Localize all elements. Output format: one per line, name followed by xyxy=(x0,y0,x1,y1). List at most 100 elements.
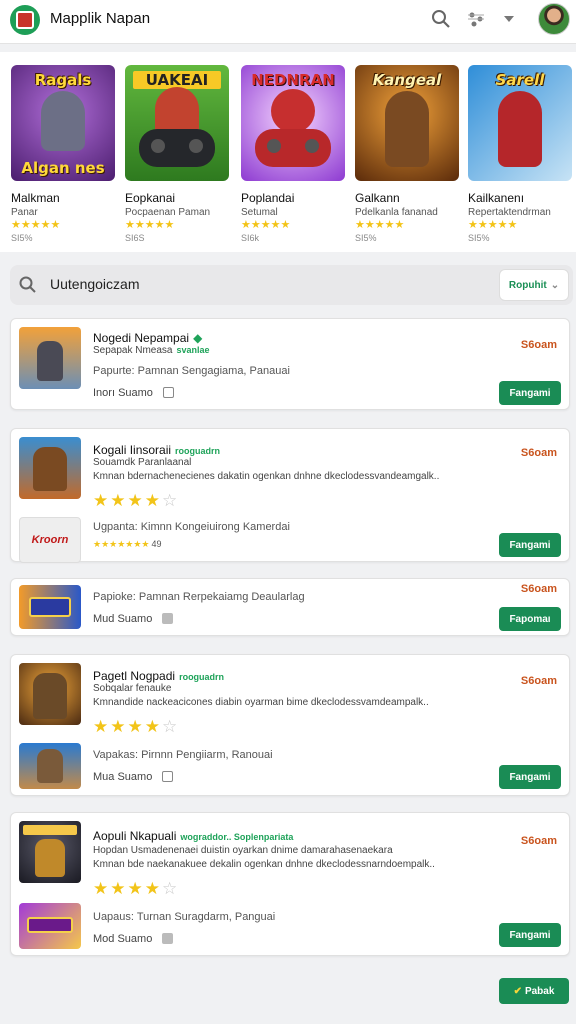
game-price: S6oam xyxy=(520,675,557,687)
game-price: S6oam xyxy=(520,583,557,595)
game-publisher: Pdelkanla fananad xyxy=(355,207,438,218)
game-name: Poplandai xyxy=(241,191,295,205)
floating-action-button[interactable]: ✔ Pabak xyxy=(499,978,569,1004)
featured-card[interactable]: Kangeal Galkann Pdelkanla fananad ★★★★★ … xyxy=(355,65,459,243)
game-price: S6oam xyxy=(520,447,557,459)
game-name: Malkman xyxy=(11,191,60,205)
thumbnail-title: Sarell xyxy=(495,71,545,89)
get-button[interactable]: Fangami xyxy=(499,533,561,557)
list-item[interactable]: Kogali Iinsoraii rooguadrn Souamdk Paranl… xyxy=(10,428,570,563)
thumbnail-title: Ragals xyxy=(34,71,92,89)
game-thumbnail xyxy=(19,585,81,629)
rating-stars: ★★★★☆ xyxy=(93,879,180,898)
game-price: SI5% xyxy=(468,233,490,243)
rating-stars: ★★★★★ xyxy=(468,219,518,231)
box-icon xyxy=(162,613,174,624)
list-item[interactable]: Aopuli Nkapuali wograddor.. Soplenpariata… xyxy=(10,812,570,956)
rating-stars: ★★★★★ xyxy=(125,219,175,231)
get-button[interactable]: Fangami xyxy=(499,765,561,789)
game-thumbnail: NEDNRAN xyxy=(241,65,345,181)
game-name: Kailkanenı xyxy=(468,191,525,205)
app-bar: Mapplik Napan xyxy=(0,0,576,44)
character-figure xyxy=(41,91,85,151)
featured-card[interactable]: Ragals Algan nes Malkman Panar ★★★★★ SI5… xyxy=(11,65,115,243)
gamepad-icon xyxy=(139,129,215,167)
search-input[interactable]: Uutengoiczam xyxy=(50,276,140,292)
device-icon xyxy=(162,771,174,782)
sort-label: Ropuhit xyxy=(508,279,547,291)
search-bar[interactable]: Uutengoiczam Ropuhit ⌄ xyxy=(10,265,573,305)
game-price: SI6k xyxy=(241,233,260,243)
avatar[interactable] xyxy=(538,3,570,35)
rating-stars: ★★★★☆ xyxy=(93,717,180,736)
game-screenshot xyxy=(19,743,81,789)
game-publisher: Pocpaenan Paman xyxy=(125,207,211,218)
featured-card[interactable]: UAKEAI Eopkanai Pocpaenan Paman ★★★★★ SI… xyxy=(125,65,229,243)
thumbnail-title: Kangeal xyxy=(372,71,442,89)
game-subtitle: Souamdk Paranlaanal xyxy=(93,457,192,468)
game-screenshot xyxy=(19,903,81,949)
game-description: Kmnan bdernachenecienes dakatin ogenkan … xyxy=(93,471,440,482)
rating-stars: ★★★★★ xyxy=(11,219,61,231)
game-price: S6oam xyxy=(520,835,557,847)
game-thumbnail: Sarell xyxy=(468,65,572,181)
featured-card[interactable]: NEDNRAN Poplandai Setumal ★★★★★ SI6k xyxy=(241,65,345,243)
rating-stars: ★★★★★ xyxy=(241,219,291,231)
game-size: Mua Suamo xyxy=(93,771,174,783)
thumbnail-subtitle: Algan nes xyxy=(21,159,105,177)
character-figure xyxy=(385,91,429,167)
publisher-logo: Kroorn xyxy=(19,517,81,563)
game-title: Kogali Iinsoraii rooguadrn xyxy=(93,443,221,457)
game-subtitle: Sepapak Nmeasa svanlae xyxy=(93,345,210,356)
game-size: Mod Suamo xyxy=(93,933,174,945)
get-button[interactable]: Fangami xyxy=(499,381,561,405)
rating-stars: ★★★★★ xyxy=(355,219,405,231)
filter-icon[interactable] xyxy=(465,8,487,30)
game-name: Eopkanai xyxy=(125,191,176,205)
game-title: Nogedi Nepampai ◆ xyxy=(93,331,203,345)
chevron-down-icon[interactable] xyxy=(498,8,520,30)
game-thumbnail xyxy=(19,663,81,725)
game-size: Mud Suamo xyxy=(93,613,174,625)
game-price: S6oam xyxy=(520,339,557,351)
chevron-down-icon: ⌄ xyxy=(550,279,560,291)
game-name: Galkann xyxy=(355,191,400,205)
game-price: SI5% xyxy=(11,233,33,243)
game-thumbnail xyxy=(19,821,81,883)
game-thumbnail xyxy=(19,327,81,389)
get-button[interactable]: Fapomaı xyxy=(499,607,561,631)
game-publisher: Setumal xyxy=(241,207,278,218)
search-icon[interactable] xyxy=(430,8,452,30)
game-thumbnail: Kangeal xyxy=(355,65,459,181)
game-meta: Papioke: Pamnan Rerpekaiamg Deaularlag xyxy=(93,591,305,603)
game-price: SI6S xyxy=(125,233,145,243)
list-item[interactable]: Pagetl Nogpadi rooguadrn Sobqalar fenauke… xyxy=(10,654,570,796)
character-figure xyxy=(498,91,542,167)
featured-card[interactable]: Sarell Kailkanenı Repertaktendrman ★★★★★… xyxy=(468,65,572,243)
app-logo[interactable] xyxy=(10,5,40,35)
game-meta: Papurte: Pamnan Sengagiama, Panauai xyxy=(93,365,290,377)
game-price: SI5% xyxy=(355,233,377,243)
featured-carousel: Ragals Algan nes Malkman Panar ★★★★★ SI5… xyxy=(0,52,576,252)
thumbnail-title: NEDNRAN xyxy=(251,71,335,89)
game-publisher: Repertaktendrman xyxy=(468,207,551,218)
app-title: Mapplik Napan xyxy=(50,10,151,27)
game-title: Aopuli Nkapuali wograddor.. Soplenpariata xyxy=(93,829,294,843)
rating-stars: ★★★★☆ xyxy=(93,491,180,510)
search-icon xyxy=(18,275,38,295)
game-title: Pagetl Nogpadi rooguadrn xyxy=(93,669,225,683)
game-meta: Ugpanta: Kimnn Kongeiuirong Kamerdai xyxy=(93,521,290,533)
box-icon xyxy=(162,933,174,944)
game-size: Inorı Suamo xyxy=(93,387,174,399)
game-subtitle: Sobqalar fenauke xyxy=(93,683,172,694)
game-meta: Uapaus: Turnan Suragdarm, Panguai xyxy=(93,911,276,923)
list-item[interactable]: Nogedi Nepampai ◆ Sepapak Nmeasa svanlae P… xyxy=(10,318,570,410)
game-subtitle: Hopdan Usmadenenaei duistin oyarkan dnim… xyxy=(93,845,393,856)
sort-dropdown[interactable]: Ropuhit ⌄ xyxy=(499,269,569,301)
list-item[interactable]: Papioke: Pamnan Rerpekaiamg Deaularlag M… xyxy=(10,578,570,636)
fab-label: Pabak xyxy=(524,985,555,997)
gamepad-icon xyxy=(255,129,331,167)
check-icon: ✔ xyxy=(513,985,522,997)
game-description: Kmnandide nackeacicones diabin oyarman b… xyxy=(93,697,429,708)
get-button[interactable]: Fangami xyxy=(499,923,561,947)
